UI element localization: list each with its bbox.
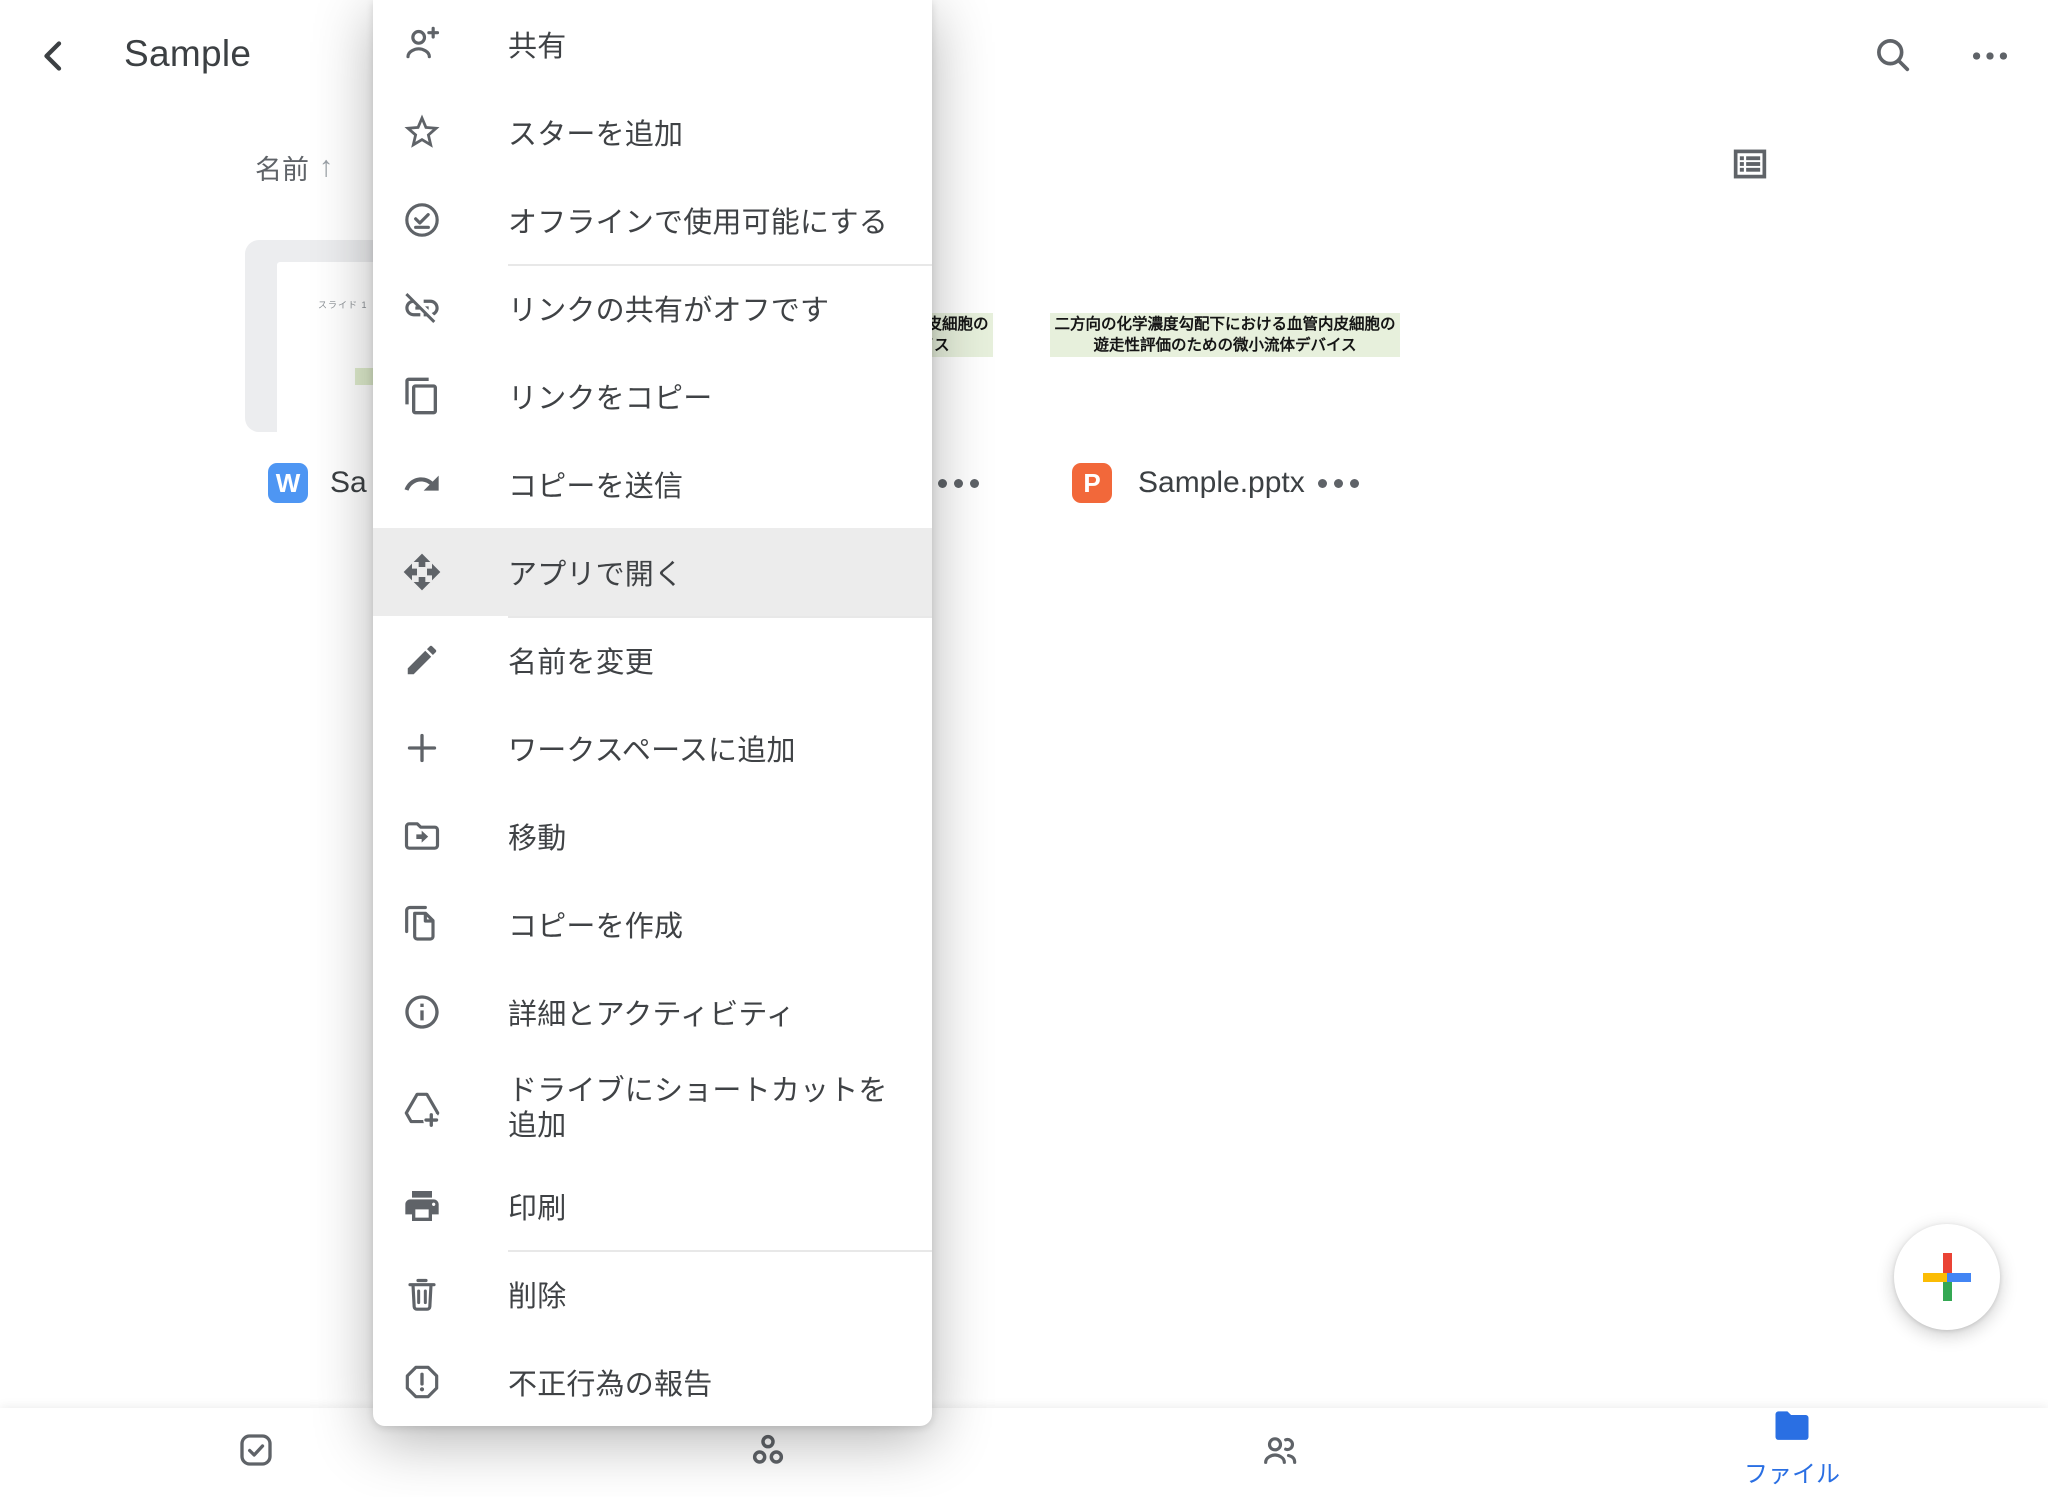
back-button[interactable]	[30, 34, 78, 82]
menu-item-print[interactable]: 印刷	[373, 1162, 932, 1250]
trash-icon	[400, 1272, 444, 1316]
menu-item-report-abuse[interactable]: 不正行為の報告	[373, 1338, 932, 1426]
menu-item-copy-link[interactable]: リンクをコピー	[373, 352, 932, 440]
sort-by-name-button[interactable]: 名前 ↑	[255, 148, 334, 187]
thumbnail-title-block: 二方向の化学濃度勾配下における血管内皮細胞の 遊走性評価のための微小流体デバイス	[1050, 313, 1400, 357]
menu-item-link-sharing-off[interactable]: リンクの共有がオフです	[373, 264, 932, 352]
person-add-icon	[400, 22, 444, 66]
search-icon	[1871, 33, 1915, 82]
file-thumbnail-card[interactable]: 二方向の化学濃度勾配下における血管内皮細胞の 遊走性評価のための微小流体デバイス	[1022, 240, 1422, 432]
tasks-checkbox-icon	[236, 1430, 276, 1475]
sort-ascending-arrow-icon: ↑	[319, 151, 334, 184]
menu-item-add-to-workspace[interactable]: ワークスペースに追加	[373, 704, 932, 792]
menu-item-make-copy[interactable]: コピーを作成	[373, 880, 932, 968]
copy-link-icon	[400, 374, 444, 418]
menu-item-share[interactable]: 共有	[373, 0, 932, 88]
report-icon	[400, 1360, 444, 1404]
file-name[interactable]: Sa	[330, 466, 367, 500]
nav-tab-files[interactable]: ファイル	[1692, 1404, 1892, 1493]
nav-tab-label: ファイル	[1744, 1454, 1840, 1489]
shared-people-icon	[1260, 1430, 1300, 1475]
page-title: Sample	[124, 33, 251, 75]
nav-tab-tasks[interactable]	[156, 1408, 356, 1497]
powerpoint-file-icon: P	[1072, 463, 1112, 503]
list-view-icon	[1729, 143, 1771, 190]
menu-item-add-star[interactable]: スターを追加	[373, 88, 932, 176]
folder-move-icon	[400, 814, 444, 858]
menu-item-move[interactable]: 移動	[373, 792, 932, 880]
open-with-icon	[400, 550, 444, 594]
send-copy-arrow-icon	[400, 462, 444, 506]
menu-item-delete[interactable]: 削除	[373, 1250, 932, 1338]
edit-pencil-icon	[400, 638, 444, 682]
thumbnail-slide-label: スライド 1	[318, 298, 368, 311]
bottom-navigation-bar: ファイル	[0, 1408, 2048, 1497]
print-icon	[400, 1184, 444, 1228]
file-more-button[interactable]	[1318, 479, 1359, 488]
drive-app-screen: Sample 名前 ↑ スライド 1 二方向の化学濃度勾配下における血管内皮細胞…	[0, 0, 2048, 1497]
file-context-menu: 共有 スターを追加 オフラインで使用可能にする リンクの共有がオフです	[373, 0, 932, 1426]
file-more-button[interactable]	[938, 479, 979, 488]
nav-tab-shared[interactable]	[1180, 1408, 1380, 1497]
word-file-icon: W	[268, 463, 308, 503]
menu-item-rename[interactable]: 名前を変更	[373, 616, 932, 704]
workspaces-icon	[748, 1430, 788, 1475]
search-button[interactable]	[1866, 30, 1920, 84]
back-arrow-icon	[34, 36, 74, 81]
list-view-toggle-button[interactable]	[1729, 145, 1771, 187]
link-off-icon	[400, 286, 444, 330]
menu-item-make-available-offline[interactable]: オフラインで使用可能にする	[373, 176, 932, 264]
star-icon	[400, 110, 444, 154]
create-new-fab[interactable]	[1894, 1224, 2000, 1330]
file-name[interactable]: Sample.pptx	[1138, 466, 1305, 500]
menu-item-open-in-app[interactable]: アプリで開く	[373, 528, 932, 616]
overflow-menu-button[interactable]	[1962, 32, 2018, 84]
menu-item-details-activity[interactable]: 詳細とアクティビティ	[373, 968, 932, 1056]
add-shortcut-drive-icon	[400, 1087, 444, 1131]
menu-item-add-shortcut-to-drive[interactable]: ドライブにショートカットを 追加	[373, 1056, 932, 1162]
menu-item-send-copy[interactable]: コピーを送信	[373, 440, 932, 528]
sort-label: 名前	[255, 148, 309, 187]
file-copy-icon	[400, 902, 444, 946]
plus-icon	[400, 726, 444, 770]
folder-icon	[1770, 1404, 1814, 1453]
more-horizontal-icon	[1967, 33, 2013, 84]
offline-pin-icon	[400, 198, 444, 242]
info-icon	[400, 990, 444, 1034]
